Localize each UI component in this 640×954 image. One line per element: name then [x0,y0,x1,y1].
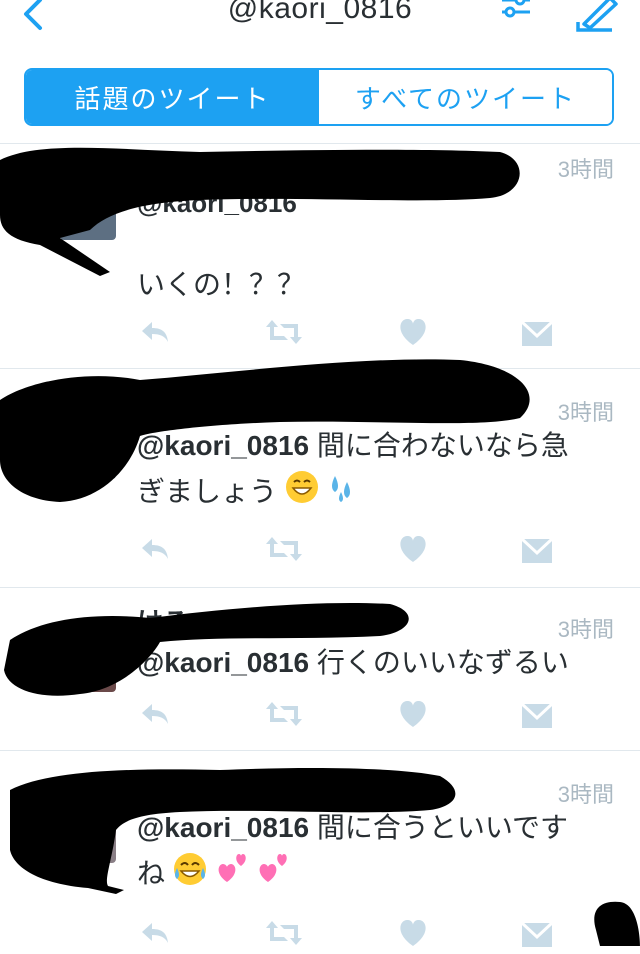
tweet-mention[interactable]: @kaori_0816 [137,647,309,678]
avatar[interactable] [60,636,116,692]
tweet-timestamp: 3時間 [557,157,614,182]
tweet-body: @kaori_0816 行くのいいなずるい [137,647,569,678]
tweet-filter-segmented-control: 話題のツイート すべてのツイート [24,68,614,126]
tweet-actions [136,535,556,567]
tweet-body: @kaori_0816 間に合うといいです ね [137,805,607,900]
tweet-body: @kaori_0816 間に合わないなら急 ぎましょう [137,423,607,518]
two-hearts-emoji-icon [215,852,249,900]
tweet-actions [136,700,556,732]
joy-emoji-icon [173,852,207,900]
dm-icon[interactable] [520,535,554,570]
tweet-actions [136,318,556,350]
tweet-mention[interactable]: @kaori_0816 [137,812,309,843]
tweet-item[interactable]: 3時間 @kaori_0816 いくの！？？ [0,144,640,368]
avatar[interactable] [60,807,116,863]
tweet-display-name[interactable]: けろ [137,602,189,639]
like-icon[interactable] [398,535,428,568]
tweet-mention[interactable]: @kaori_0816 [137,430,309,461]
compose-icon[interactable] [574,0,618,34]
tweet-handle[interactable]: @kaori_0816 [137,188,297,219]
tweet-actions [136,919,556,951]
tweet-item[interactable]: 3時間 @kaori_0816 間に合わないなら急 ぎましょう [0,369,640,587]
dm-icon[interactable] [520,700,554,735]
retweet-icon[interactable] [264,535,304,568]
reply-icon[interactable] [140,700,170,733]
dm-icon[interactable] [520,919,554,954]
dm-icon[interactable] [520,318,554,353]
reply-icon[interactable] [140,535,170,568]
reply-icon[interactable] [140,318,170,351]
avatar[interactable] [60,184,116,240]
tweet-item[interactable]: 3時間 けろ @kaori_0816 行くのいいなずるい [0,588,640,750]
retweet-icon[interactable] [264,318,304,351]
sweat-drops-emoji-icon [327,470,357,518]
page-title: @kaori_0816 [227,0,413,25]
avatar[interactable] [60,423,116,479]
filter-sliders-icon[interactable] [498,0,534,30]
tweet-body: いくの！？？ [137,269,306,300]
tab-all-tweets[interactable]: すべてのツイート [319,70,612,124]
reply-icon[interactable] [140,919,170,952]
grin-emoji-icon [285,470,319,518]
two-hearts-emoji-icon [256,852,290,900]
retweet-icon[interactable] [264,919,304,952]
tab-top-tweets[interactable]: 話題のツイート [26,70,319,124]
nav-bar: @kaori_0816 [0,0,640,40]
like-icon[interactable] [398,919,428,952]
retweet-icon[interactable] [264,700,304,733]
like-icon[interactable] [398,318,428,351]
like-icon[interactable] [398,700,428,733]
tweet-item[interactable]: 3時間 @kaori_0816 間に合うといいです ね [0,751,640,947]
